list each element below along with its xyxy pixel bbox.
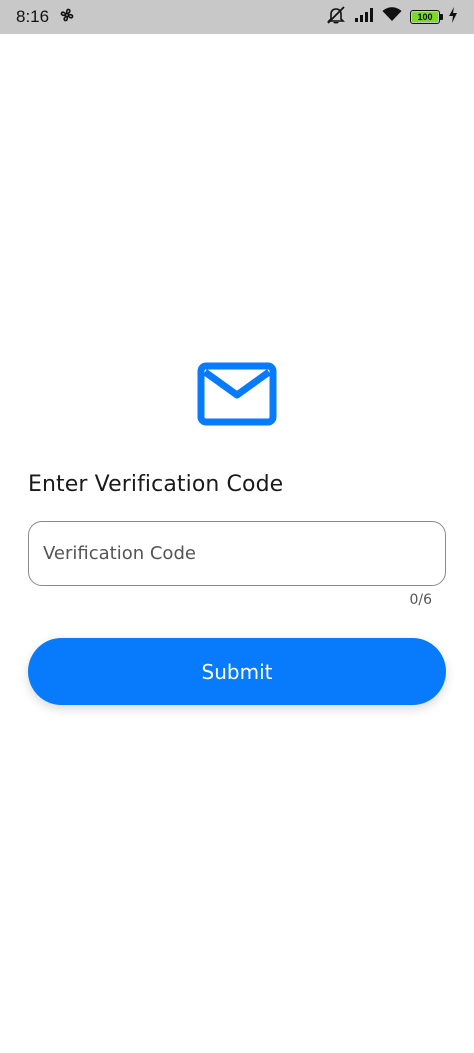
status-left: 8:16	[16, 7, 75, 28]
verification-code-field[interactable]	[28, 521, 446, 586]
battery-icon: 100	[410, 10, 443, 24]
wifi-icon	[382, 7, 402, 27]
mute-icon	[326, 5, 346, 29]
verification-code-input[interactable]	[29, 522, 445, 585]
charging-icon	[448, 6, 458, 28]
battery-cap	[440, 14, 443, 20]
battery-level: 100	[417, 12, 433, 22]
page-title: Enter Verification Code	[28, 472, 284, 497]
character-counter: 0/6	[409, 592, 432, 608]
status-bar: 8:16 100	[0, 0, 474, 34]
mail-icon	[197, 362, 277, 426]
status-time: 8:16	[16, 7, 50, 26]
submit-button[interactable]: Submit	[28, 638, 446, 705]
fan-icon	[59, 7, 75, 28]
signal-icon	[354, 7, 374, 27]
status-right: 100	[326, 5, 458, 29]
